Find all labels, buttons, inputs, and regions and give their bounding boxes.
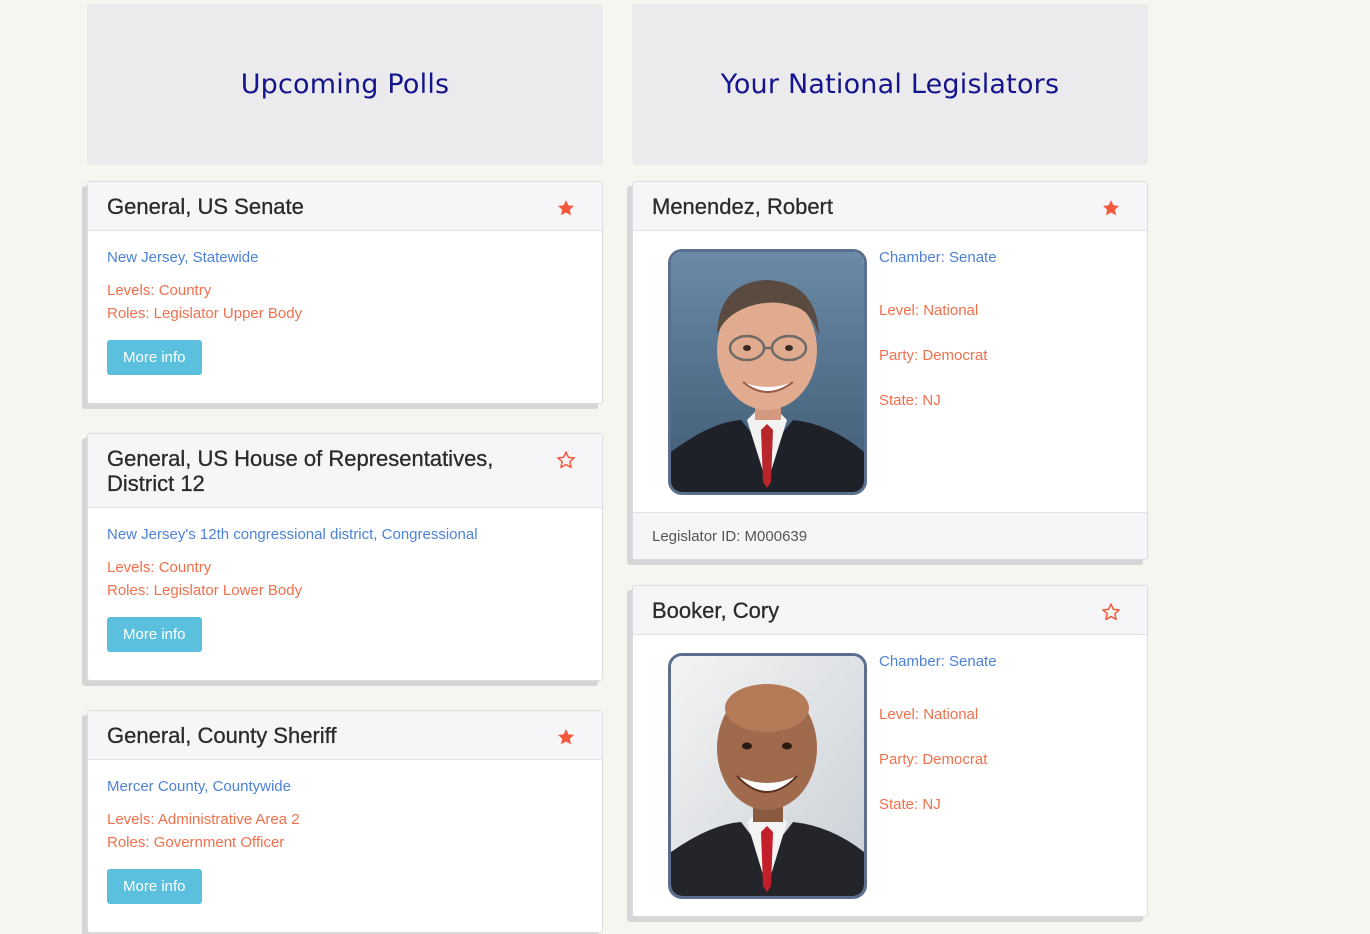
legislator-party: Party: Democrat [879, 751, 988, 768]
legislator-facts: Chamber: Senate Level: National Party: D… [879, 653, 997, 813]
legislator-name: Booker, Cory [652, 598, 780, 623]
more-info-button[interactable]: More info [107, 869, 202, 904]
star-filled-icon[interactable] [556, 727, 576, 747]
poll-levels: Levels: Country [107, 282, 212, 299]
legislators-column: Your National Legislators Menendez, Robe… [632, 4, 1148, 917]
poll-roles: Roles: Government Officer [107, 834, 285, 851]
legislator-party: Party: Democrat [879, 347, 988, 364]
legislator-card-footer: Legislator ID: M000639 [633, 512, 1147, 559]
poll-title: General, US Senate [107, 194, 304, 219]
legislator-photo [668, 249, 867, 495]
poll-card-body: New Jersey's 12th congressional district… [88, 508, 602, 680]
legislator-level: Level: National [879, 302, 979, 319]
legislator-card: Menendez, Robert Chamber: Senate Level: … [632, 181, 1148, 560]
legislator-state: State: NJ [879, 392, 941, 409]
poll-roles: Roles: Legislator Lower Body [107, 582, 303, 599]
poll-location: Mercer County, Countywide [107, 778, 291, 795]
legislator-card: Booker, Cory Chamber: Senate Level: Nati… [632, 585, 1148, 917]
star-outline-icon[interactable] [1101, 602, 1121, 622]
legislator-level: Level: National [879, 706, 979, 723]
poll-card: General, County Sheriff Mercer County, C… [87, 710, 603, 933]
legislator-chamber: Chamber: Senate [879, 249, 997, 266]
legislator-chamber: Chamber: Senate [879, 653, 997, 670]
poll-location: New Jersey, Statewide [107, 249, 259, 266]
poll-card-header: General, US Senate [88, 182, 602, 231]
star-filled-icon[interactable] [1101, 198, 1121, 218]
poll-card-body: New Jersey, Statewide Levels: Country Ro… [88, 231, 602, 403]
legislator-facts: Chamber: Senate Level: National Party: D… [879, 249, 997, 409]
legislators-heading: Your National Legislators [720, 69, 1060, 100]
more-info-button[interactable]: More info [107, 340, 202, 375]
legislators-header: Your National Legislators [632, 4, 1148, 165]
legislator-id: Legislator ID: M000639 [652, 528, 808, 545]
poll-card: General, US House of Representatives, Di… [87, 433, 603, 681]
legislator-name: Menendez, Robert [652, 194, 833, 219]
polls-column: Upcoming Polls General, US Senate New Je… [87, 4, 603, 933]
poll-title: General, US House of Representatives, Di… [107, 446, 494, 496]
polls-heading: Upcoming Polls [240, 69, 450, 100]
poll-card: General, US Senate New Jersey, Statewide… [87, 181, 603, 404]
poll-card-header: General, US House of Representatives, Di… [88, 434, 602, 508]
legislator-card-header: Menendez, Robert [633, 182, 1147, 231]
polls-header: Upcoming Polls [87, 4, 603, 165]
poll-title: General, County Sheriff [107, 723, 337, 748]
poll-levels: Levels: Country [107, 559, 212, 576]
legislator-card-header: Booker, Cory [633, 586, 1147, 635]
star-filled-icon[interactable] [556, 198, 576, 218]
legislator-card-body: Chamber: Senate Level: National Party: D… [633, 231, 1147, 512]
poll-location: New Jersey's 12th congressional district… [107, 526, 478, 543]
poll-card-header: General, County Sheriff [88, 711, 602, 760]
star-outline-icon[interactable] [556, 450, 576, 470]
poll-roles: Roles: Legislator Upper Body [107, 305, 303, 322]
more-info-button[interactable]: More info [107, 617, 202, 652]
legislator-photo [668, 653, 867, 899]
legislator-state: State: NJ [879, 796, 941, 813]
poll-levels: Levels: Administrative Area 2 [107, 811, 300, 828]
legislator-card-body: Chamber: Senate Level: National Party: D… [633, 635, 1147, 916]
poll-card-body: Mercer County, Countywide Levels: Admini… [88, 760, 602, 932]
